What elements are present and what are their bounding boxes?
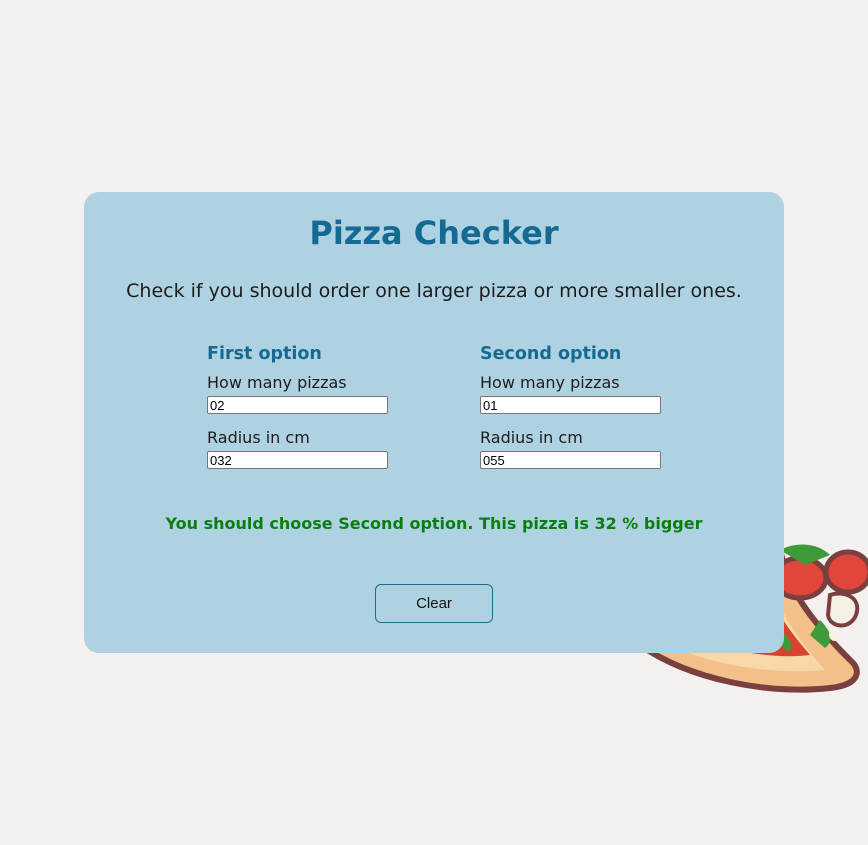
first-radius-label: Radius in cm [207, 428, 310, 448]
first-radius-input[interactable] [207, 451, 388, 470]
second-radius-input[interactable] [480, 451, 661, 470]
first-option-panel: First option How many pizzas Radius in c… [207, 344, 407, 483]
result-message: You should choose Second option. This pi… [165, 514, 703, 533]
first-count-label: How many pizzas [207, 373, 347, 392]
page-title: Pizza Checker [309, 214, 559, 252]
second-option-heading: Second option [480, 344, 622, 364]
pizza-checker-card: Pizza Checker Check if you should order … [84, 192, 784, 653]
second-option-panel: Second option How many pizzas Radius in … [480, 344, 680, 483]
second-radius-label: Radius in cm [480, 428, 583, 448]
second-count-input[interactable] [480, 396, 661, 415]
clear-button[interactable]: Clear [375, 584, 493, 623]
first-option-heading: First option [207, 344, 322, 364]
second-count-label: How many pizzas [480, 373, 620, 392]
page-subtitle: Check if you should order one larger piz… [126, 280, 742, 302]
first-count-input[interactable] [207, 396, 388, 415]
